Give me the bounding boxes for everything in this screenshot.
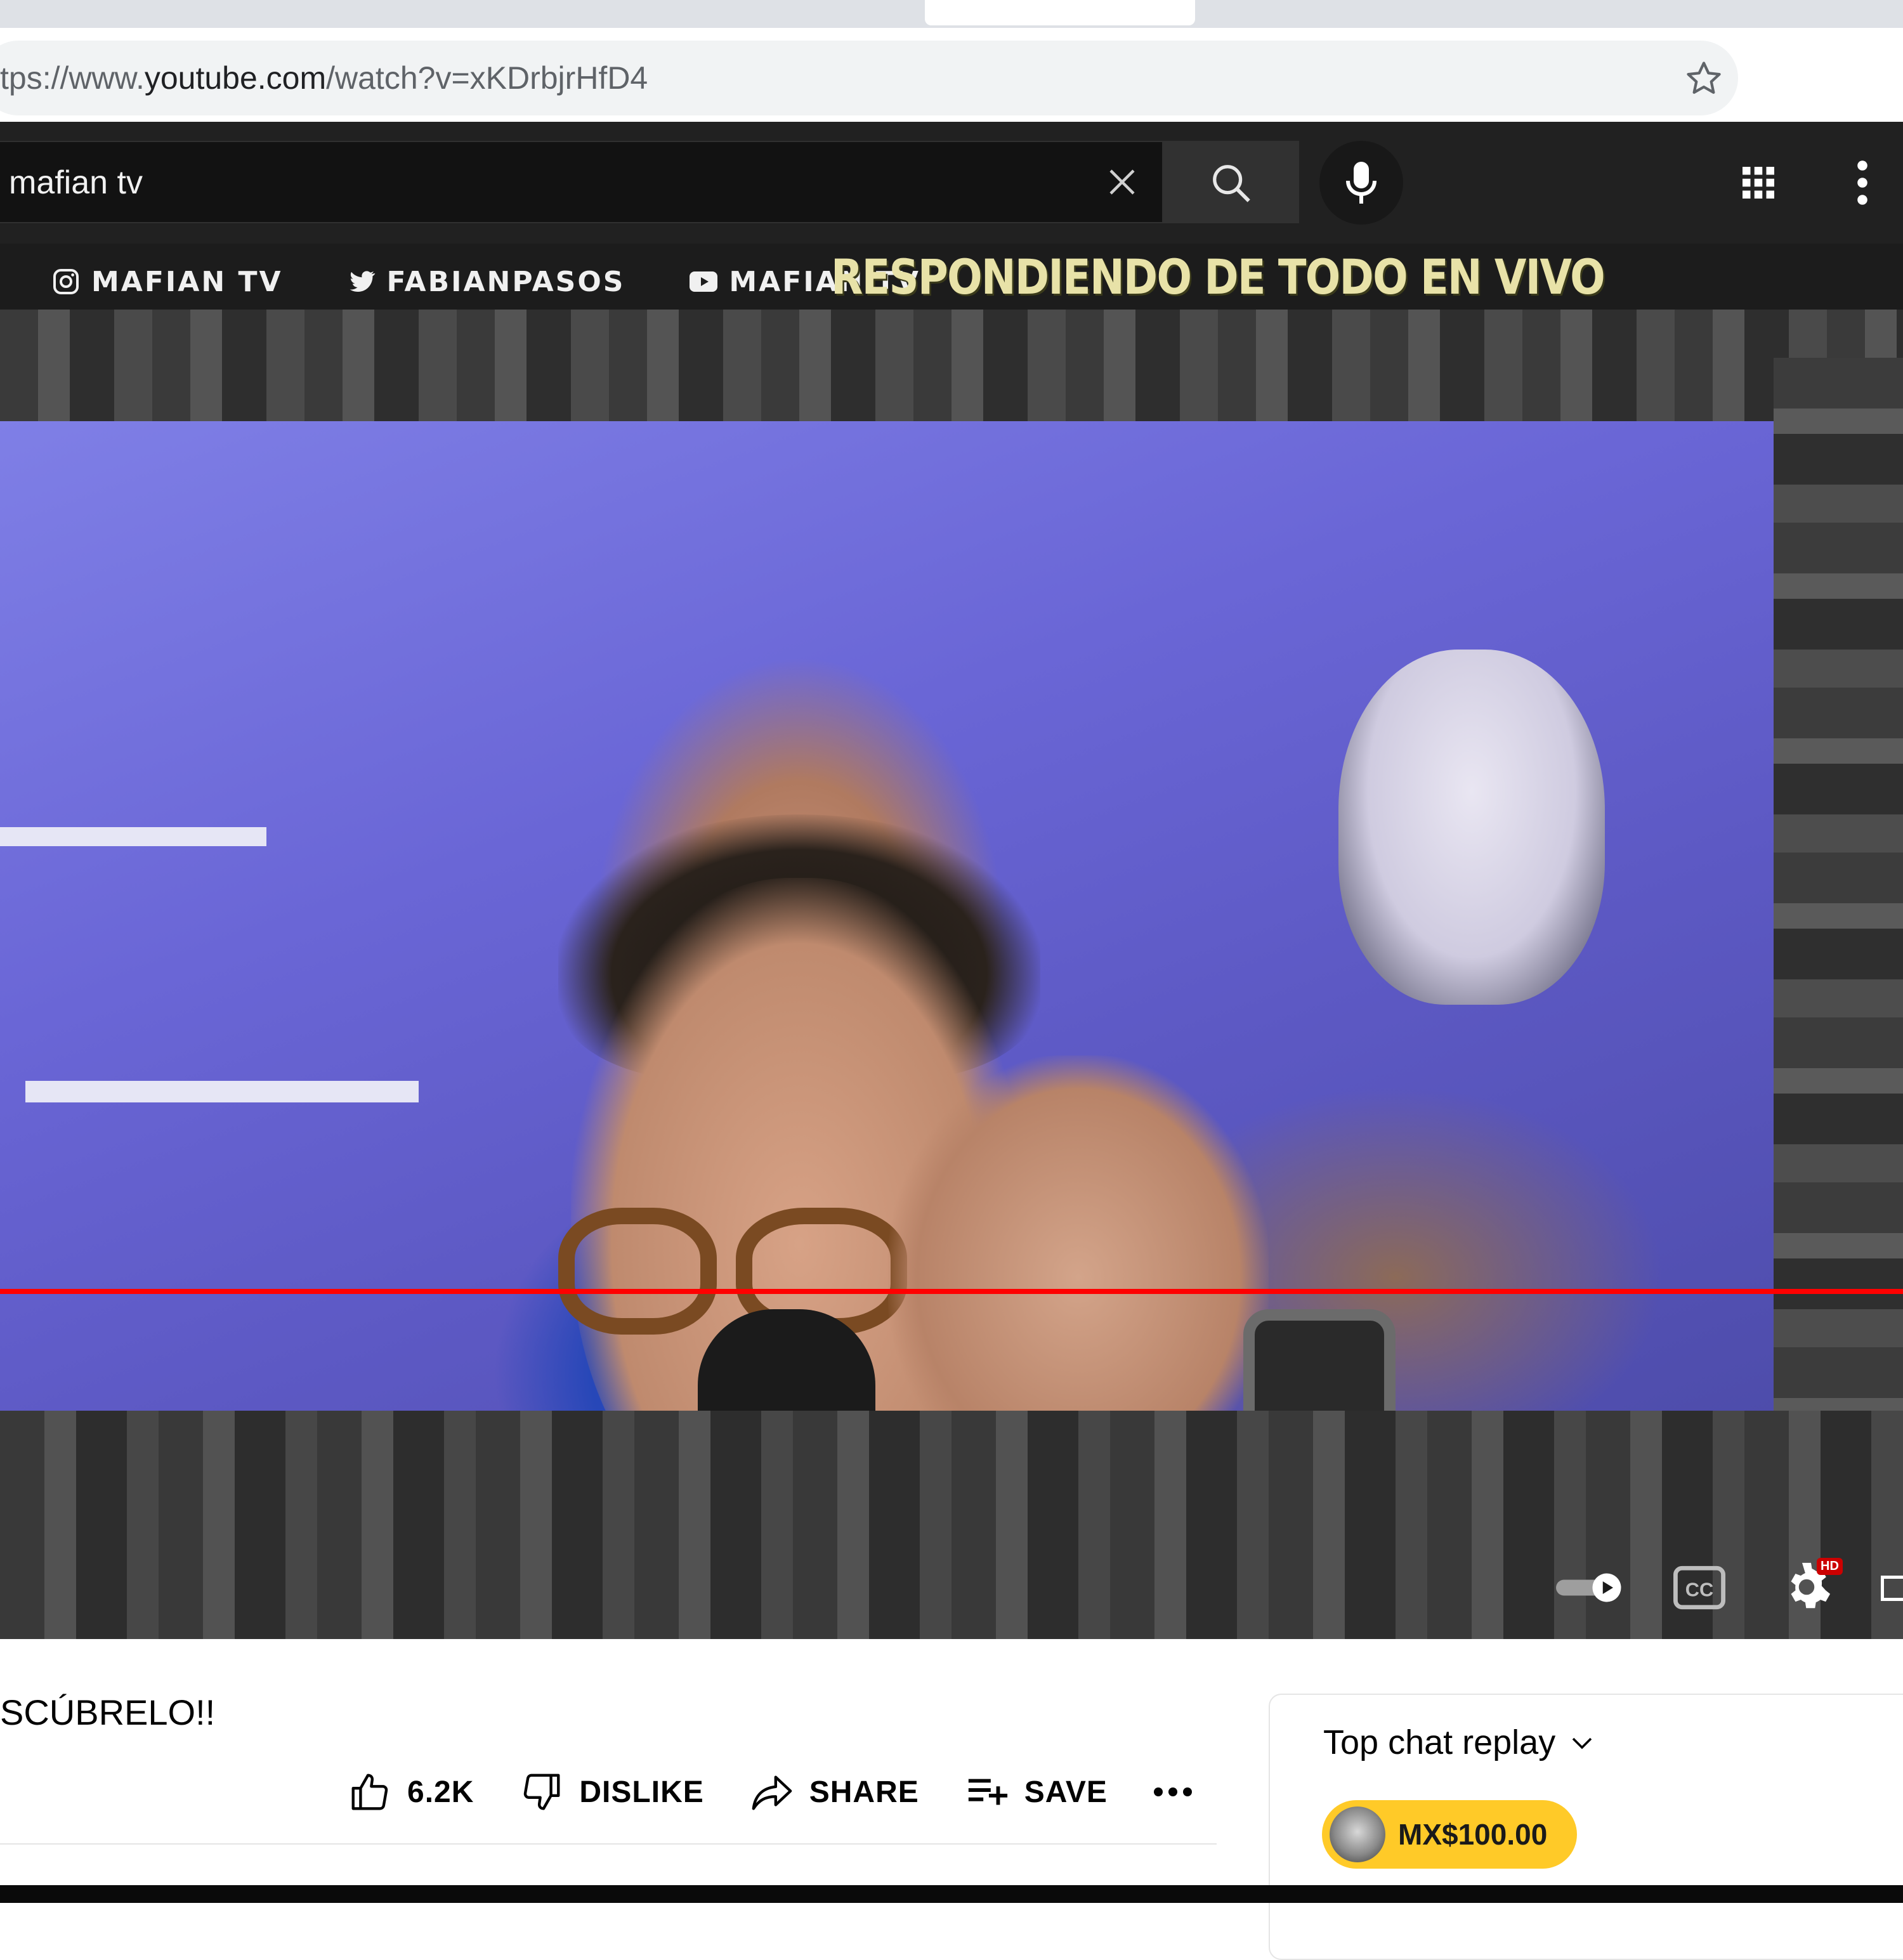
thumbs-up-icon — [348, 1770, 392, 1814]
more-horiz-icon — [1153, 1786, 1193, 1798]
overlay-banner-text: RESPONDIENDO DE TODO EN VIVO — [831, 249, 1604, 305]
apps-grid-icon[interactable] — [1739, 164, 1777, 202]
svg-text:CC: CC — [1685, 1579, 1713, 1601]
microphone-icon[interactable] — [1342, 160, 1380, 206]
more-vert-icon[interactable] — [1855, 160, 1870, 206]
youtube-icon — [688, 266, 719, 297]
like-button[interactable]: 6.2K — [348, 1770, 474, 1814]
save-label: SAVE — [1024, 1775, 1108, 1810]
video-player[interactable]: MAFIAN TV FABIANPASOS MAFIAN TV RESPONDI… — [0, 244, 1903, 1639]
social-label: MAFIAN TV — [91, 266, 283, 298]
url-text[interactable]: tps://www.youtube.com/watch?v=xKDrbjrHfD… — [0, 57, 648, 99]
avatar — [1330, 1806, 1385, 1862]
url-host: youtube.com — [145, 60, 326, 96]
video-actions-bar: 6.2K DISLIKE SHARE SAVE — [348, 1763, 1193, 1820]
thumbs-down-icon — [520, 1770, 564, 1814]
autoplay-toggle-icon[interactable] — [1553, 1572, 1629, 1604]
more-actions-button[interactable] — [1153, 1786, 1193, 1798]
video-progress-bar[interactable] — [0, 1289, 1903, 1294]
divider — [0, 1843, 1217, 1845]
video-title: SCÚBRELO!! — [0, 1690, 215, 1735]
theater-mode-icon[interactable] — [1878, 1569, 1903, 1607]
share-button[interactable]: SHARE — [750, 1770, 919, 1814]
skull-patch-decoration — [1338, 650, 1605, 1005]
browser-active-tab[interactable] — [925, 0, 1195, 25]
social-twitter: FABIANPASOS — [346, 266, 625, 298]
search-query-text[interactable]: mafian tv — [9, 162, 143, 203]
taskbar-edge — [0, 1885, 1903, 1903]
webcam-scene — [0, 421, 1776, 1525]
hd-badge: HD — [1817, 1558, 1843, 1575]
chat-mode-selector[interactable]: Top chat replay — [1323, 1723, 1597, 1762]
save-button[interactable]: SAVE — [965, 1770, 1108, 1814]
superchat-ticker[interactable]: MX$100.00 — [1322, 1800, 1577, 1869]
search-icon[interactable] — [1209, 161, 1253, 206]
chevron-down-icon — [1567, 1727, 1597, 1758]
dislike-label: DISLIKE — [579, 1775, 703, 1810]
share-label: SHARE — [809, 1775, 919, 1810]
shelf — [25, 1081, 419, 1102]
dislike-button[interactable]: DISLIKE — [520, 1770, 703, 1814]
twitter-icon — [346, 266, 377, 297]
chat-title: Top chat replay — [1323, 1723, 1555, 1762]
shelf — [0, 827, 266, 846]
url-prefix: tps://www. — [0, 60, 145, 96]
social-instagram: MAFIAN TV — [51, 266, 283, 298]
instagram-icon — [51, 266, 81, 297]
search-input[interactable] — [0, 141, 1163, 223]
bookmark-star-icon[interactable] — [1684, 58, 1724, 99]
glasses-lens — [558, 1208, 717, 1335]
url-path: /watch?v=xKDrbjrHfD4 — [326, 60, 648, 96]
share-arrow-icon — [750, 1770, 794, 1814]
clear-search-icon[interactable] — [1105, 165, 1139, 199]
superchat-amount: MX$100.00 — [1398, 1817, 1547, 1852]
playlist-add-icon — [965, 1770, 1009, 1814]
overlay-frame-bottom — [0, 1411, 1903, 1639]
closed-captions-icon[interactable]: CC — [1673, 1565, 1725, 1610]
social-label: FABIANPASOS — [387, 266, 625, 298]
like-count: 6.2K — [407, 1775, 474, 1810]
